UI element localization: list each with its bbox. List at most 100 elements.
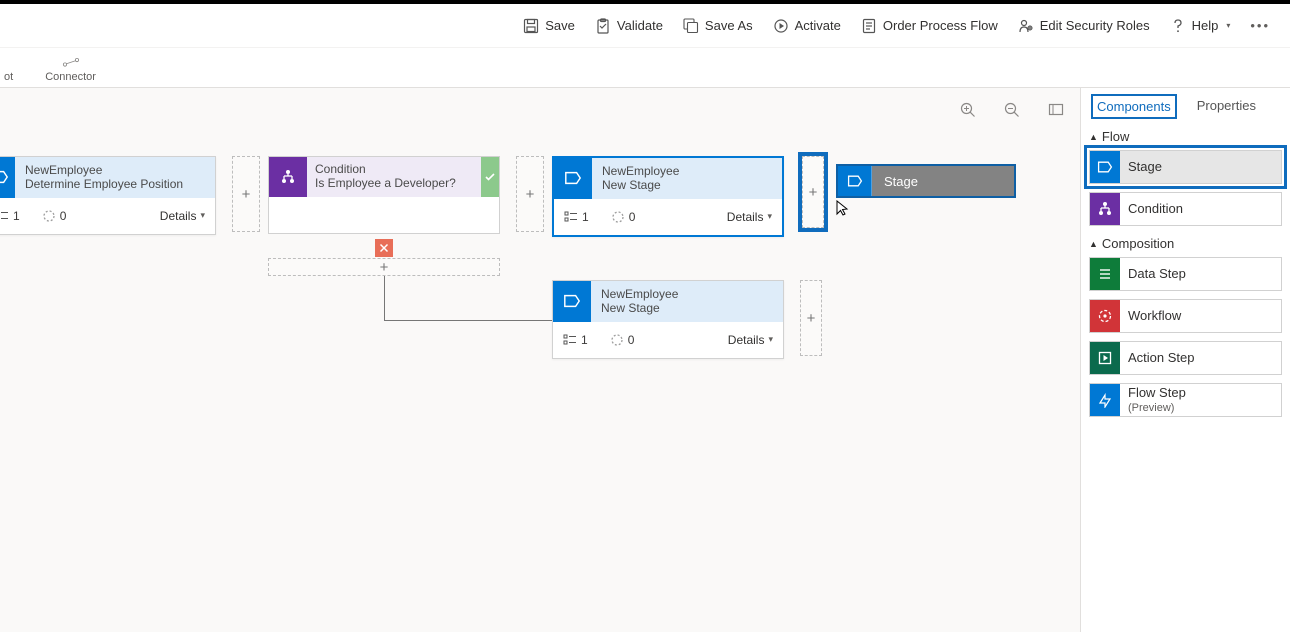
steps-count: 1 <box>582 210 589 224</box>
progress-count: 0 <box>60 209 67 223</box>
save-as-label: Save As <box>705 18 753 33</box>
save-as-button[interactable]: Save As <box>673 12 763 40</box>
steps-count: 1 <box>581 333 588 347</box>
section-header-flow[interactable]: ▲ Flow <box>1081 119 1290 150</box>
stage-name: New Stage <box>601 301 773 315</box>
plus-icon: + <box>242 187 251 202</box>
stage-name: Determine Employee Position <box>25 177 205 191</box>
stage-card-new-stage-2[interactable]: NewEmployee New Stage 1 <box>552 280 784 359</box>
progress-count: 0 <box>628 333 635 347</box>
tab-properties-label: Properties <box>1197 98 1256 113</box>
condition-question: Is Employee a Developer? <box>315 176 473 190</box>
progress-count: 0 <box>629 210 636 224</box>
stage-entity: NewEmployee <box>601 287 773 301</box>
activate-button[interactable]: Activate <box>763 12 851 40</box>
collapse-icon: ▲ <box>1089 132 1098 142</box>
save-icon <box>523 18 539 34</box>
workflow-icon <box>1090 300 1120 332</box>
chevron-down-icon: ▾ <box>1226 21 1230 30</box>
condition-card[interactable]: Condition Is Employee a Developer? <box>268 156 500 234</box>
canvas-content: NewEmployee Determine Employee Position … <box>0 88 1080 632</box>
component-workflow-label: Workflow <box>1120 309 1281 323</box>
plus-icon: + <box>526 187 535 202</box>
activate-label: Activate <box>795 18 841 33</box>
component-action-step-label: Action Step <box>1120 351 1281 365</box>
progress-icon <box>610 333 624 347</box>
details-toggle[interactable]: Details ▾ <box>728 333 773 347</box>
chevron-down-icon: ▾ <box>767 211 772 222</box>
condition-title: Condition <box>315 162 473 176</box>
details-label: Details <box>727 210 764 224</box>
component-item-data-step[interactable]: Data Step <box>1089 257 1282 291</box>
tab-components-label: Components <box>1097 99 1171 114</box>
details-label: Details <box>160 209 197 223</box>
condition-false-badge <box>375 239 393 257</box>
active-drop-target-frame: + <box>798 152 828 232</box>
component-item-action-step[interactable]: Action Step <box>1089 341 1282 375</box>
progress-icon <box>611 210 625 224</box>
component-item-condition[interactable]: Condition <box>1089 192 1282 226</box>
help-icon <box>1170 18 1186 34</box>
cursor-icon <box>836 200 850 219</box>
stage-icon <box>553 281 591 322</box>
designer-canvas[interactable]: NewEmployee Determine Employee Position … <box>0 88 1080 632</box>
order-label: Order Process Flow <box>883 18 998 33</box>
edit-security-roles-button[interactable]: Edit Security Roles <box>1008 12 1160 40</box>
steps-count-icon <box>0 209 9 223</box>
overflow-menu[interactable]: ••• <box>1240 12 1280 39</box>
validate-button[interactable]: Validate <box>585 12 673 40</box>
connector-icon <box>62 55 80 69</box>
progress-icon <box>42 209 56 223</box>
connector-line <box>384 276 385 320</box>
component-item-flow-step[interactable]: Flow Step (Preview) <box>1089 383 1282 417</box>
ghost-label: Stage <box>872 174 1014 189</box>
activate-icon <box>773 18 789 34</box>
section-composition-label: Composition <box>1102 236 1174 251</box>
ribbon-sub-toolbar: ot Connector <box>0 48 1290 88</box>
component-item-workflow[interactable]: Workflow <box>1089 299 1282 333</box>
component-stage-label: Stage <box>1120 160 1281 174</box>
security-icon <box>1018 18 1034 34</box>
steps-count-icon <box>564 210 578 224</box>
order-process-flow-button[interactable]: Order Process Flow <box>851 12 1008 40</box>
component-item-stage[interactable]: Stage <box>1089 150 1282 184</box>
drop-zone-active[interactable]: + <box>802 156 824 228</box>
details-toggle[interactable]: Details ▾ <box>160 209 205 223</box>
drop-zone[interactable]: + <box>800 280 822 356</box>
save-button[interactable]: Save <box>513 12 585 40</box>
stage-card-determine-position[interactable]: NewEmployee Determine Employee Position … <box>0 156 216 235</box>
validate-icon <box>595 18 611 34</box>
section-flow-label: Flow <box>1102 129 1129 144</box>
data-step-icon <box>1090 258 1120 290</box>
connector-label: Connector <box>45 71 96 83</box>
snapshot-cut-label: ot <box>4 71 13 83</box>
condition-icon <box>269 157 307 197</box>
side-panel-tabs: Components Properties <box>1081 88 1290 119</box>
drop-zone[interactable]: + <box>232 156 260 232</box>
order-icon <box>861 18 877 34</box>
plus-icon: + <box>809 185 818 200</box>
drop-zone[interactable]: + <box>516 156 544 232</box>
drop-zone[interactable]: + <box>268 258 500 276</box>
details-toggle[interactable]: Details ▾ <box>727 210 772 224</box>
save-as-icon <box>683 18 699 34</box>
connector-button[interactable]: Connector <box>29 55 112 87</box>
component-condition-label: Condition <box>1120 202 1281 216</box>
command-bar: Save Validate Save As Activate Order Pro… <box>0 4 1290 48</box>
help-button[interactable]: Help ▾ <box>1160 12 1241 40</box>
collapse-icon: ▲ <box>1089 239 1098 249</box>
snapshot-button-cut[interactable]: ot <box>0 71 29 87</box>
tab-components[interactable]: Components <box>1091 94 1177 119</box>
tab-properties[interactable]: Properties <box>1195 94 1258 119</box>
main-area: NewEmployee Determine Employee Position … <box>0 88 1290 632</box>
section-header-composition[interactable]: ▲ Composition <box>1081 226 1290 257</box>
stage-card-new-stage-1[interactable]: NewEmployee New Stage 1 <box>552 156 784 237</box>
condition-true-badge <box>481 157 499 197</box>
stage-icon <box>554 158 592 199</box>
help-label: Help <box>1192 18 1219 33</box>
side-panel: Components Properties ▲ Flow Stage Condi… <box>1080 88 1290 632</box>
chevron-down-icon: ▾ <box>768 334 773 345</box>
stage-icon <box>0 157 15 198</box>
action-step-icon <box>1090 342 1120 374</box>
condition-icon <box>1090 193 1120 225</box>
